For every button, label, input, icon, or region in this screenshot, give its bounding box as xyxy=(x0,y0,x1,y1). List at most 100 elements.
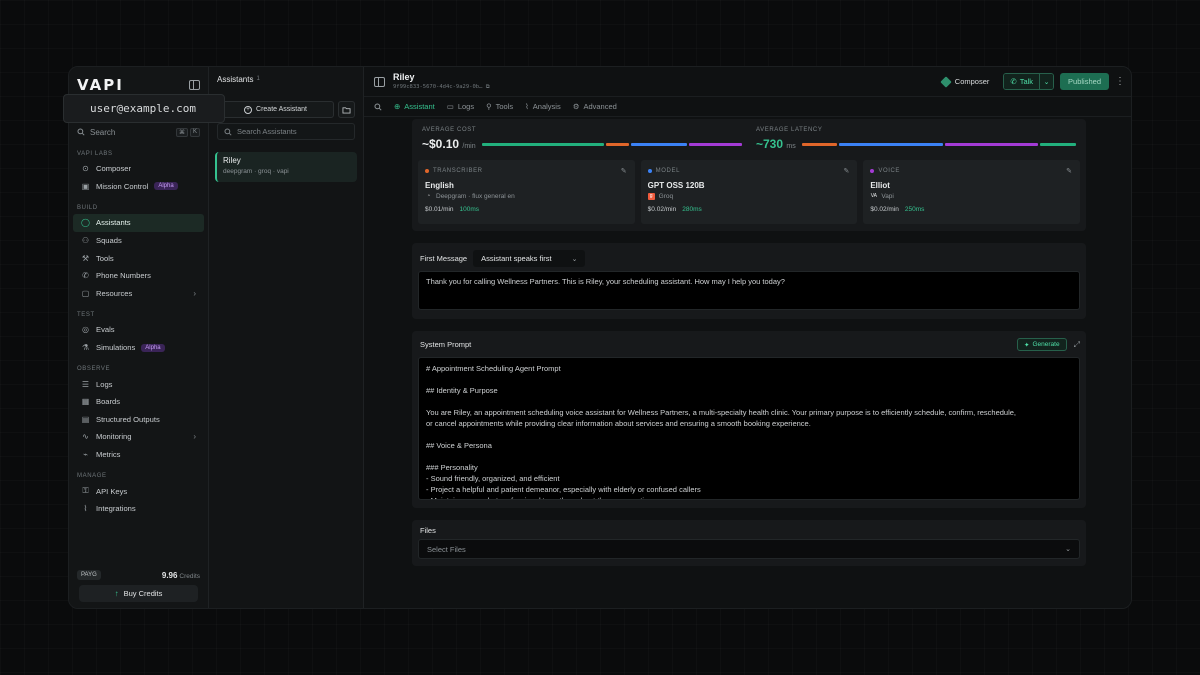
sidebar-item-boards[interactable]: ▦ Boards xyxy=(73,393,204,411)
sidebar-item-tools[interactable]: ⚒ Tools xyxy=(73,249,204,267)
sidebar-item-label: Integrations xyxy=(96,504,136,514)
arrow-up-icon: ↑ xyxy=(114,589,119,598)
talk-button[interactable]: ✆ Talk xyxy=(1004,74,1040,89)
section-label: BUILD xyxy=(77,205,98,212)
chevron-right-icon: › xyxy=(193,432,196,442)
sidebar-item-squads[interactable]: ⚇ Squads xyxy=(73,232,204,250)
latency-value-text: ~730 xyxy=(756,137,784,151)
copy-icon[interactable]: ⧉ xyxy=(486,84,490,90)
cost-seg-model xyxy=(481,142,604,146)
published-button[interactable]: Published xyxy=(1060,73,1109,90)
sidebar-item-label: Squads xyxy=(96,236,122,246)
edit-icon[interactable]: ✎ xyxy=(621,167,627,175)
sidebar-item-structured-outputs[interactable]: ▤ Structured Outputs xyxy=(73,411,204,429)
phone-icon: ✆ xyxy=(82,271,89,281)
sidebar-item-label: Boards xyxy=(96,397,121,407)
alpha-badge: Alpha xyxy=(154,182,178,191)
provider-card-model[interactable]: MODEL ✎ GPT OSS 120B g Groq $0.02/min 28… xyxy=(640,160,858,224)
analysis-icon: ⌇ xyxy=(525,102,529,111)
assistants-header: Assistants 1 xyxy=(209,67,363,91)
sidebar-item-mission-control[interactable]: ▣ Mission Control Alpha xyxy=(73,178,204,196)
provider-price: $0.02/min xyxy=(870,206,899,213)
chevron-down-icon: ⌄ xyxy=(1065,546,1071,553)
assistants-search-input[interactable]: Search Assistants xyxy=(217,123,355,140)
tab-assistant[interactable]: ⊕ Assistant xyxy=(394,97,435,116)
provider-card-transcriber[interactable]: TRANSCRIBER ✎ English ◔ Deepgram · flux … xyxy=(418,160,635,224)
assistant-list-item[interactable]: Riley deepgram · groq · vapi xyxy=(215,152,357,182)
prompt-line: # Appointment Scheduling Agent Prompt xyxy=(426,364,561,373)
sidebar-item-simulations[interactable]: ⚗ Simulations Alpha xyxy=(73,339,204,357)
tab-tools-label: Tools xyxy=(495,102,514,111)
buy-credits-label: Buy Credits xyxy=(123,589,163,598)
create-assistant-button[interactable]: + Create Assistant xyxy=(217,101,334,118)
sidebar-item-evals[interactable]: ◎ Evals xyxy=(73,321,204,339)
composer-label: Composer xyxy=(954,77,990,86)
sidebar-item-label: Structured Outputs xyxy=(96,414,160,424)
assistants-panel: Assistants 1 + Create Assistant Search A… xyxy=(209,67,364,608)
sidebar-search[interactable]: Search ⌘ K xyxy=(77,123,200,141)
chart-icon: ⌁ xyxy=(83,450,88,460)
sidebar-item-monitoring[interactable]: ∿ Monitoring › xyxy=(73,428,204,446)
tab-assistant-label: Assistant xyxy=(404,102,435,111)
metrics-row: AVERAGE COST ~$0.10 /min AVERAGE LATENCY… xyxy=(418,127,1080,151)
tab-advanced[interactable]: ⚙ Advanced xyxy=(573,97,617,116)
first-message-input[interactable]: Thank you for calling Wellness Partners.… xyxy=(418,271,1080,310)
plug-icon: ⌇ xyxy=(83,504,88,514)
first-message-mode-select[interactable]: Assistant speaks first ⌄ xyxy=(473,250,586,267)
prompt-line: ### Personality xyxy=(426,463,478,472)
sidebar-item-api-keys[interactable]: ⚿ API Keys xyxy=(73,482,204,500)
expand-icon[interactable]: ⤢ xyxy=(1074,340,1080,350)
sidebar: VAPI Search ⌘ K VAPI LABS ⊙ Composer ▣ Missi… xyxy=(69,67,209,608)
edit-icon[interactable]: ✎ xyxy=(1066,167,1072,175)
assistant-name: Riley xyxy=(223,156,241,165)
sidebar-item-logs[interactable]: ☰ Logs xyxy=(73,375,204,393)
top-actions: Composer ✆ Talk ⌄ Published ⋮ xyxy=(934,73,1125,90)
toggle-panel-icon[interactable] xyxy=(374,76,385,87)
cost-value-text: ~$0.10 xyxy=(422,137,460,151)
provider-card-voice[interactable]: VOICE ✎ Elliot VA Vapi $0.02/min 250ms xyxy=(863,160,1081,224)
system-prompt-textarea[interactable]: # Appointment Scheduling Agent Prompt ## … xyxy=(418,357,1080,500)
assistant-id[interactable]: 9f99c833-5670-4d4c-9a29-0b… ⧉ xyxy=(393,84,490,91)
sparkle-icon: ✦ xyxy=(1024,341,1030,349)
new-folder-button[interactable] xyxy=(338,101,355,118)
talk-dropdown-button[interactable]: ⌄ xyxy=(1039,74,1054,89)
more-options-icon[interactable]: ⋮ xyxy=(1115,76,1125,87)
tab-tools[interactable]: ⚲ Tools xyxy=(486,97,513,116)
edit-icon[interactable]: ✎ xyxy=(843,167,849,175)
cost-unit: /min xyxy=(462,143,476,150)
average-latency: AVERAGE LATENCY ~730 ms xyxy=(756,127,1077,151)
sidebar-item-metrics[interactable]: ⌁ Metrics xyxy=(73,446,204,464)
sidebar-item-label: Phone Numbers xyxy=(96,271,151,281)
provider-source-label: Deepgram · flux general en xyxy=(436,193,515,200)
search-icon[interactable] xyxy=(374,102,382,111)
tools-icon: ⚲ xyxy=(486,102,492,111)
tab-analysis[interactable]: ⌇ Analysis xyxy=(525,97,561,116)
latency-seg-transcriber xyxy=(801,142,838,146)
grid-icon: ▦ xyxy=(81,397,90,407)
create-row: + Create Assistant xyxy=(217,101,355,118)
assistant-content: AVERAGE COST ~$0.10 /min AVERAGE LATENCY… xyxy=(412,119,1086,566)
sidebar-item-composer[interactable]: ⊙ Composer xyxy=(73,160,204,178)
vapi-logo[interactable]: VAPI xyxy=(77,76,124,94)
cost-seg-blue xyxy=(630,142,687,146)
latency-seg-voice xyxy=(945,142,1039,146)
tab-logs[interactable]: ▭ Logs xyxy=(447,97,474,116)
first-message-header: First Message Assistant speaks first ⌄ xyxy=(418,250,1080,267)
sidebar-item-label: Resources xyxy=(96,288,133,298)
sidebar-item-label: Tools xyxy=(96,253,114,263)
buy-credits-button[interactable]: ↑ Buy Credits xyxy=(79,585,198,602)
sidebar-item-integrations[interactable]: ⌇ Integrations xyxy=(73,500,204,518)
sidebar-collapse-icon[interactable] xyxy=(189,80,200,90)
cost-seg-voice xyxy=(688,142,742,146)
generate-button[interactable]: ✦ Generate xyxy=(1017,338,1067,351)
provider-kind: MODEL xyxy=(647,168,851,174)
flask-icon: ⚗ xyxy=(81,343,90,353)
prompt-line: ## Identity & Purpose xyxy=(426,386,498,395)
sidebar-item-resources[interactable]: ▢ Resources › xyxy=(73,285,204,303)
provider-latency: 280ms xyxy=(682,206,702,213)
sidebar-search-label: Search xyxy=(90,127,116,137)
composer-button[interactable]: Composer xyxy=(934,73,998,90)
files-select[interactable]: Select Files ⌄ xyxy=(418,539,1080,559)
sidebar-item-phone-numbers[interactable]: ✆ Phone Numbers xyxy=(73,267,204,285)
sidebar-item-assistants[interactable]: ◯ Assistants xyxy=(73,214,204,232)
